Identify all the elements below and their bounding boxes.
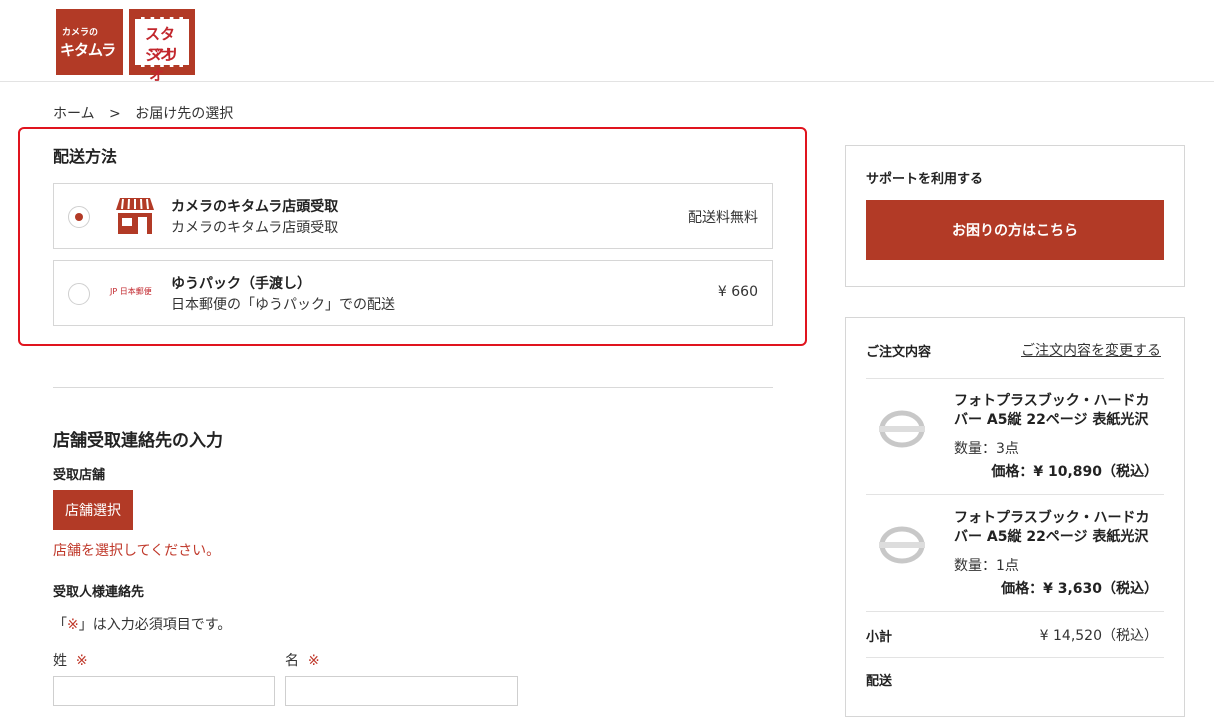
- required-note: 「※」は入力必須項目です。: [53, 617, 232, 633]
- logo2-text-line2: マリオ: [149, 45, 180, 84]
- product-thumbnail: [879, 525, 925, 565]
- first-name-input[interactable]: [285, 676, 518, 706]
- radio-store-pickup[interactable]: [68, 206, 90, 228]
- item-price: 価格：¥ 10,890（税込）: [991, 464, 1158, 480]
- subtotal-divider: [866, 657, 1164, 658]
- breadcrumb-current: お届け先の選択: [135, 106, 234, 122]
- select-store-button[interactable]: 店舗選択: [53, 490, 133, 530]
- store-label: 受取店舗: [53, 468, 106, 483]
- yupack-price: ¥ 660: [717, 284, 758, 300]
- breadcrumb-home[interactable]: ホーム: [53, 106, 95, 122]
- required-mark: ※: [67, 617, 79, 633]
- logo-text-line2: キタムラ: [60, 41, 116, 59]
- subtotal-value: ¥ 14,520（税込）: [1039, 628, 1158, 644]
- shipping-option-yupack[interactable]: JP 日本郵便 ゆうパック（手渡し） 日本郵便の「ゆうパック」での配送 ¥ 66…: [53, 260, 773, 326]
- shipping-label: 配送: [866, 674, 893, 689]
- radio-yupack[interactable]: [68, 283, 90, 305]
- item-qty: 数量：1点: [954, 558, 1019, 574]
- store-error-message: 店舗を選択してください。: [53, 543, 221, 559]
- store-pickup-subtitle: カメラのキタムラ店頭受取: [171, 220, 339, 236]
- order-title: ご注文内容: [866, 345, 932, 360]
- studio-mario-logo[interactable]: スタジオ マリオ: [129, 9, 195, 84]
- shipping-method-title: 配送方法: [53, 147, 118, 166]
- last-name-label: 姓 ※: [53, 653, 88, 669]
- yupack-title: ゆうパック（手渡し）: [171, 276, 311, 292]
- first-name-label: 名 ※: [285, 653, 320, 669]
- item-name: フォトプラスブック・ハードカ バー A5縦 22ページ 表紙光沢: [954, 510, 1150, 545]
- change-order-link[interactable]: ご注文内容を変更する: [1021, 340, 1161, 360]
- order-divider: [866, 378, 1164, 379]
- store-pickup-price: 配送料無料: [688, 210, 758, 226]
- help-button[interactable]: お困りの方はこちら: [866, 200, 1164, 260]
- kitamura-logo[interactable]: カメラの キタムラ: [56, 9, 123, 75]
- product-thumbnail: [879, 409, 925, 449]
- recipient-label: 受取人様連絡先: [53, 585, 145, 600]
- item-price: 価格：¥ 3,630（税込）: [1001, 581, 1158, 597]
- section-divider: [53, 387, 773, 388]
- subtotal-label: 小計: [866, 630, 893, 645]
- japan-post-logo: JP 日本郵便: [110, 287, 152, 296]
- last-name-input[interactable]: [53, 676, 275, 706]
- store-icon: [114, 196, 156, 240]
- item-divider: [866, 611, 1164, 612]
- breadcrumb-separator: >: [109, 106, 121, 122]
- item-divider: [866, 494, 1164, 495]
- store-contact-title: 店舗受取連絡先の入力: [53, 431, 223, 451]
- logo-text-line1: カメラの: [62, 28, 99, 38]
- breadcrumb: ホーム > お届け先の選択: [53, 103, 243, 123]
- yupack-subtitle: 日本郵便の「ゆうパック」での配送: [171, 297, 395, 313]
- shipping-option-store[interactable]: カメラのキタムラ店頭受取 カメラのキタムラ店頭受取 配送料無料: [53, 183, 773, 249]
- support-title: サポートを利用する: [866, 172, 984, 187]
- item-name: フォトプラスブック・ハードカ バー A5縦 22ページ 表紙光沢: [954, 393, 1150, 428]
- store-pickup-title: カメラのキタムラ店頭受取: [171, 199, 339, 215]
- item-qty: 数量：3点: [954, 441, 1019, 457]
